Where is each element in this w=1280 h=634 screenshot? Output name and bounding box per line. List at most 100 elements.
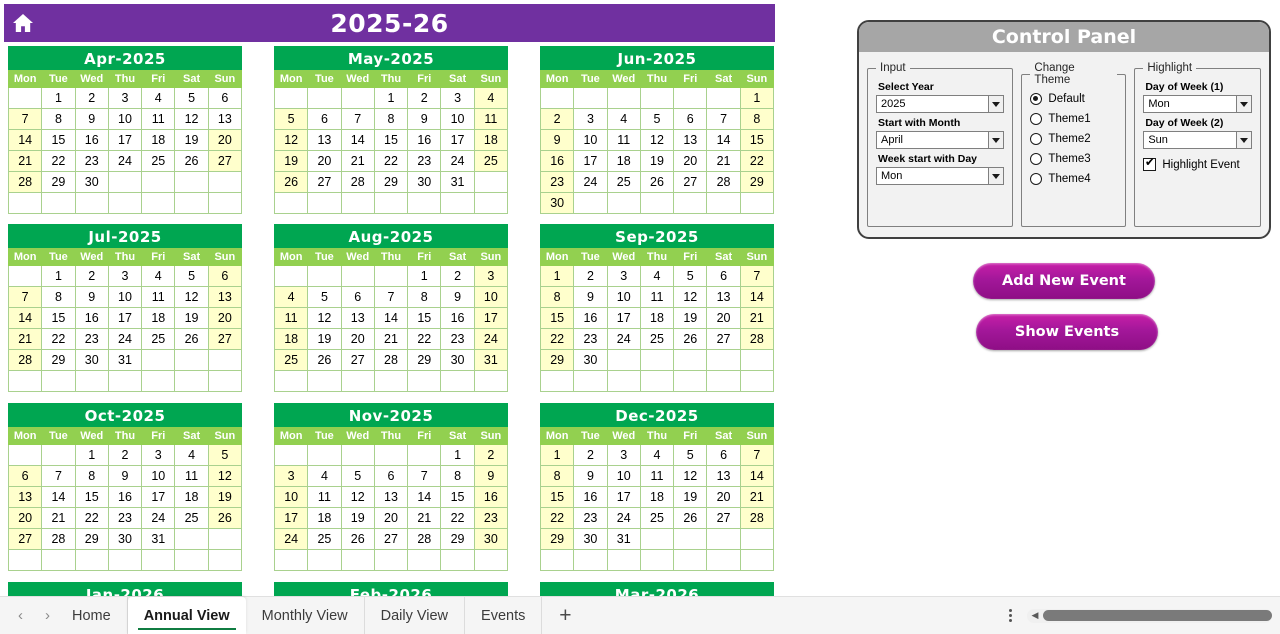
day-cell-18[interactable]: 18 [174,486,209,508]
tab-events[interactable]: Events [465,597,543,634]
day-cell-13[interactable]: 13 [7,486,43,508]
day-cell-26[interactable]: 26 [307,349,342,371]
highlight-event-checkbox[interactable] [1143,157,1157,171]
day-cell-7[interactable]: 7 [373,286,409,308]
day-cell-29[interactable]: 29 [373,171,409,193]
day-cell-29[interactable]: 29 [739,171,775,193]
day-cell-29[interactable]: 29 [539,528,575,550]
day-of-week-2-dropdown[interactable]: Sun [1143,131,1252,149]
day-cell-3[interactable]: 3 [440,87,475,109]
day-cell-1[interactable]: 1 [739,87,775,109]
day-cell-2[interactable]: 2 [107,444,143,466]
day-cell-23[interactable]: 23 [74,328,109,350]
day-cell-21[interactable]: 21 [739,486,775,508]
day-cell-25[interactable]: 25 [639,328,675,350]
day-cell-30[interactable]: 30 [74,171,109,193]
day-cell-15[interactable]: 15 [74,486,109,508]
day-cell-20[interactable]: 20 [373,507,409,529]
day-cell-6[interactable]: 6 [673,108,708,130]
day-cell-27[interactable]: 27 [706,507,741,529]
day-cell-13[interactable]: 13 [207,108,243,130]
day-cell-29[interactable]: 29 [74,528,109,550]
day-cell-26[interactable]: 26 [340,528,375,550]
day-cell-19[interactable]: 19 [639,150,675,172]
day-cell-25[interactable]: 25 [606,171,641,193]
day-cell-27[interactable]: 27 [706,328,741,350]
day-cell-21[interactable]: 21 [706,150,741,172]
day-cell-16[interactable]: 16 [74,129,109,151]
theme-option-theme2[interactable]: Theme2 [1030,131,1117,147]
horizontal-scrollbar[interactable]: ◀ [1027,608,1272,623]
day-cell-5[interactable]: 5 [174,265,209,287]
day-cell-3[interactable]: 3 [606,444,641,466]
day-cell-1[interactable]: 1 [407,265,442,287]
start-month-dropdown[interactable]: April [876,131,1005,149]
day-cell-5[interactable]: 5 [207,444,243,466]
tab-daily-view[interactable]: Daily View [365,597,466,634]
day-cell-14[interactable]: 14 [41,486,76,508]
day-cell-10[interactable]: 10 [473,286,509,308]
day-cell-4[interactable]: 4 [141,265,176,287]
day-cell-4[interactable]: 4 [639,265,675,287]
radio-button-icon[interactable] [1030,113,1043,125]
day-cell-7[interactable]: 7 [41,465,76,487]
chevron-down-icon[interactable] [988,168,1004,184]
day-cell-19[interactable]: 19 [273,150,309,172]
day-cell-15[interactable]: 15 [440,486,475,508]
day-cell-16[interactable]: 16 [573,307,608,329]
day-cell-5[interactable]: 5 [673,444,708,466]
theme-option-theme3[interactable]: Theme3 [1030,151,1117,167]
day-cell-25[interactable]: 25 [307,528,342,550]
day-cell-2[interactable]: 2 [74,265,109,287]
day-cell-22[interactable]: 22 [373,150,409,172]
day-cell-4[interactable]: 4 [141,87,176,109]
day-cell-28[interactable]: 28 [41,528,76,550]
day-cell-1[interactable]: 1 [539,444,575,466]
day-cell-3[interactable]: 3 [473,265,509,287]
day-cell-31[interactable]: 31 [107,349,143,371]
day-cell-18[interactable]: 18 [639,486,675,508]
day-cell-8[interactable]: 8 [539,286,575,308]
day-cell-18[interactable]: 18 [307,507,342,529]
day-cell-27[interactable]: 27 [673,171,708,193]
day-cell-14[interactable]: 14 [7,307,43,329]
day-cell-10[interactable]: 10 [606,465,641,487]
day-cell-6[interactable]: 6 [340,286,375,308]
day-cell-14[interactable]: 14 [7,129,43,151]
day-cell-11[interactable]: 11 [639,286,675,308]
day-cell-17[interactable]: 17 [473,307,509,329]
day-cell-2[interactable]: 2 [407,87,442,109]
day-cell-27[interactable]: 27 [340,349,375,371]
day-cell-20[interactable]: 20 [673,150,708,172]
day-cell-19[interactable]: 19 [174,307,209,329]
chevron-down-icon[interactable] [988,132,1004,148]
highlight-event-checkbox-row[interactable]: Highlight Event [1143,157,1252,171]
day-cell-22[interactable]: 22 [41,328,76,350]
day-cell-25[interactable]: 25 [473,150,509,172]
day-cell-12[interactable]: 12 [639,129,675,151]
day-cell-9[interactable]: 9 [573,465,608,487]
day-cell-13[interactable]: 13 [307,129,342,151]
day-cell-14[interactable]: 14 [739,465,775,487]
more-options-icon[interactable] [997,607,1023,624]
day-cell-30[interactable]: 30 [74,349,109,371]
day-cell-26[interactable]: 26 [639,171,675,193]
day-cell-22[interactable]: 22 [539,507,575,529]
day-cell-28[interactable]: 28 [407,528,442,550]
chevron-down-icon[interactable] [1236,132,1251,148]
day-cell-28[interactable]: 28 [373,349,409,371]
day-cell-4[interactable]: 4 [307,465,342,487]
day-cell-30[interactable]: 30 [573,528,608,550]
day-cell-20[interactable]: 20 [7,507,43,529]
radio-button-icon[interactable] [1030,153,1043,165]
day-cell-16[interactable]: 16 [473,486,509,508]
day-cell-17[interactable]: 17 [107,307,143,329]
day-cell-31[interactable]: 31 [606,528,641,550]
day-cell-12[interactable]: 12 [673,465,708,487]
theme-option-theme1[interactable]: Theme1 [1030,111,1117,127]
day-cell-21[interactable]: 21 [7,328,43,350]
day-cell-4[interactable]: 4 [473,87,509,109]
day-cell-24[interactable]: 24 [606,507,641,529]
day-cell-23[interactable]: 23 [573,328,608,350]
day-cell-16[interactable]: 16 [107,486,143,508]
